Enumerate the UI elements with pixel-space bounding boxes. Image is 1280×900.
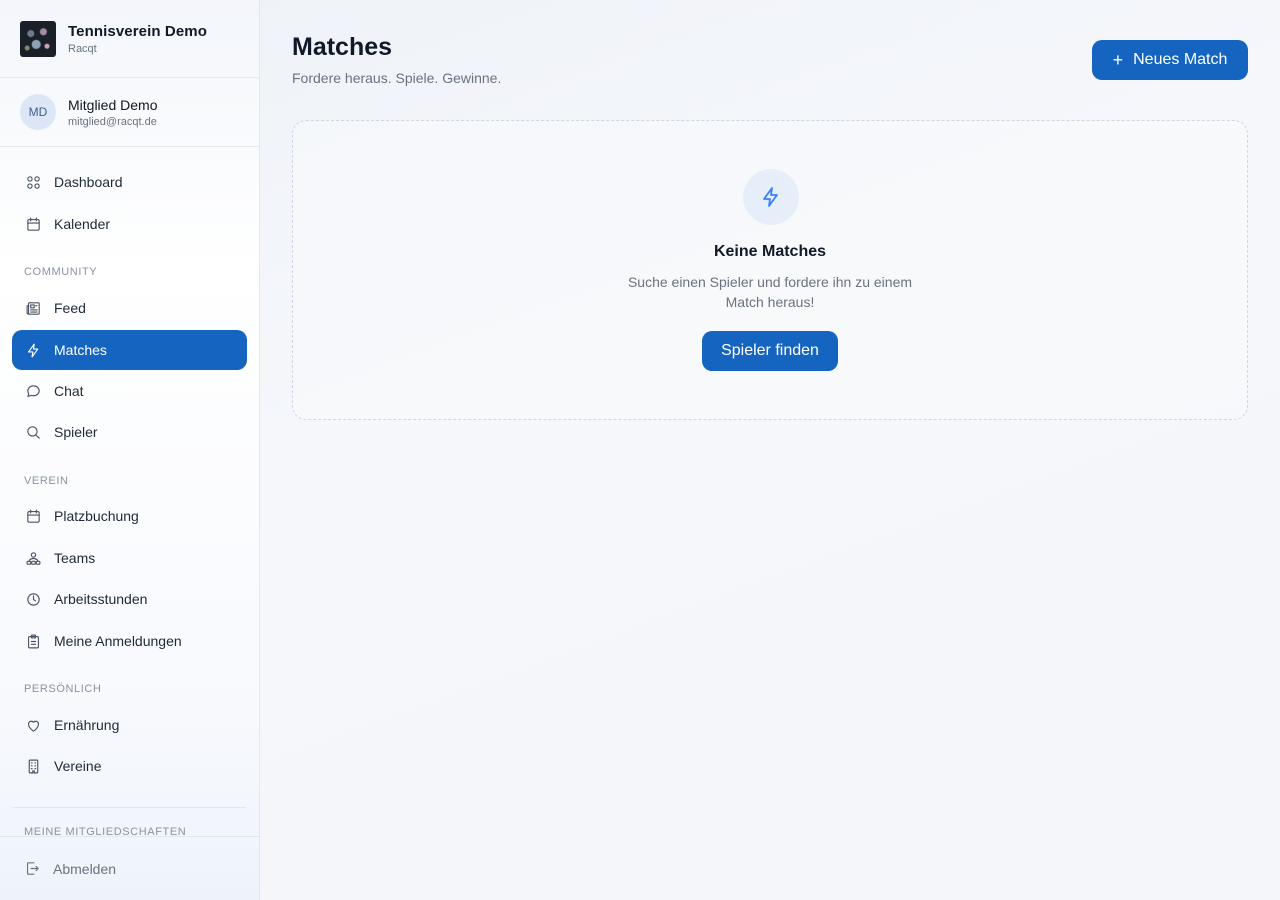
sidebar-item-label: Dashboard	[54, 174, 123, 190]
calendar-icon	[24, 507, 42, 525]
plus-icon: +	[1112, 50, 1124, 70]
club-logo	[20, 20, 56, 57]
logout-button[interactable]: Abmelden	[0, 836, 259, 900]
sidebar-item-matches[interactable]: Matches	[12, 330, 247, 370]
sidebar-item-label: Feed	[54, 300, 86, 316]
sidebar-item-feed[interactable]: Feed	[12, 288, 247, 328]
logout-label: Abmelden	[53, 860, 117, 877]
team-icon	[24, 549, 42, 567]
sidebar-divider	[12, 807, 246, 808]
user-name: Mitglied Demo	[68, 96, 158, 113]
page-subtitle: Fordere heraus. Spiele. Gewinne.	[292, 70, 502, 86]
brand-header[interactable]: Tennisverein Demo Racqt	[0, 0, 259, 78]
section-verein: VEREIN	[24, 475, 69, 487]
building-icon	[24, 757, 42, 775]
sidebar-item-label: Platzbuchung	[54, 508, 139, 524]
sidebar-item-label: Teams	[54, 550, 96, 566]
search-icon	[24, 423, 42, 441]
dashboard-icon	[24, 173, 42, 191]
sidebar-item-label: Matches	[54, 342, 107, 358]
sidebar-item-arbeitsstunden[interactable]: Arbeitsstunden	[12, 579, 247, 619]
newspaper-icon	[24, 299, 42, 317]
chat-bubble-icon	[24, 382, 42, 400]
sidebar-item-teams[interactable]: Teams	[12, 538, 247, 578]
sidebar-item-chat[interactable]: Chat	[12, 371, 247, 411]
section-mitgliedschaften: MEINE MITGLIEDSCHAFTEN	[24, 826, 187, 836]
logout-icon	[26, 862, 39, 875]
empty-state: Keine Matches Suche einen Spieler und fo…	[292, 120, 1248, 420]
lightning-icon	[743, 169, 799, 225]
sidebar-item-label: Spieler	[54, 424, 98, 440]
sidebar: Tennisverein Demo Racqt MD Mitglied Demo…	[0, 0, 260, 900]
sidebar-item-spieler[interactable]: Spieler	[12, 412, 247, 452]
find-player-button[interactable]: Spieler finden	[702, 331, 838, 371]
clipboard-icon	[24, 632, 42, 650]
user-profile[interactable]: MD Mitglied Demo mitglied@racqt.de	[0, 78, 259, 147]
new-match-label: Neues Match	[1133, 51, 1228, 68]
empty-state-title: Keine Matches	[713, 243, 827, 260]
calendar-icon	[24, 215, 42, 233]
lightning-icon	[24, 341, 42, 359]
sidebar-item-meine-anmeldungen[interactable]: Meine Anmeldungen	[12, 621, 247, 661]
user-email: mitglied@racqt.de	[68, 115, 157, 128]
sidebar-item-dashboard[interactable]: Dashboard	[12, 162, 247, 202]
sidebar-item-label: Arbeitsstunden	[54, 591, 148, 607]
sidebar-item-kalender[interactable]: Kalender	[12, 204, 247, 244]
sidebar-item-ernaehrung[interactable]: Ernährung	[12, 705, 247, 745]
section-persoenlich: PERSÖNLICH	[24, 683, 102, 695]
clock-icon	[24, 590, 42, 608]
empty-state-text: Suche einen Spieler und fordere ihn zu e…	[627, 274, 913, 310]
section-community: COMMUNITY	[24, 266, 98, 278]
club-name: Tennisverein Demo	[68, 22, 207, 40]
sidebar-item-label: Kalender	[54, 216, 111, 232]
app-name: Racqt	[68, 42, 97, 55]
heart-icon	[24, 716, 42, 734]
new-match-button[interactable]: + Neues Match	[1092, 40, 1248, 80]
sidebar-item-label: Ernährung	[54, 717, 120, 733]
sidebar-item-label: Meine Anmeldungen	[54, 633, 182, 649]
avatar: MD	[20, 94, 56, 130]
sidebar-item-label: Vereine	[54, 758, 102, 774]
sidebar-item-label: Chat	[54, 383, 84, 399]
sidebar-item-vereine[interactable]: Vereine	[12, 746, 247, 786]
page-title: Matches	[292, 33, 393, 61]
sidebar-item-platzbuchung[interactable]: Platzbuchung	[12, 496, 247, 536]
